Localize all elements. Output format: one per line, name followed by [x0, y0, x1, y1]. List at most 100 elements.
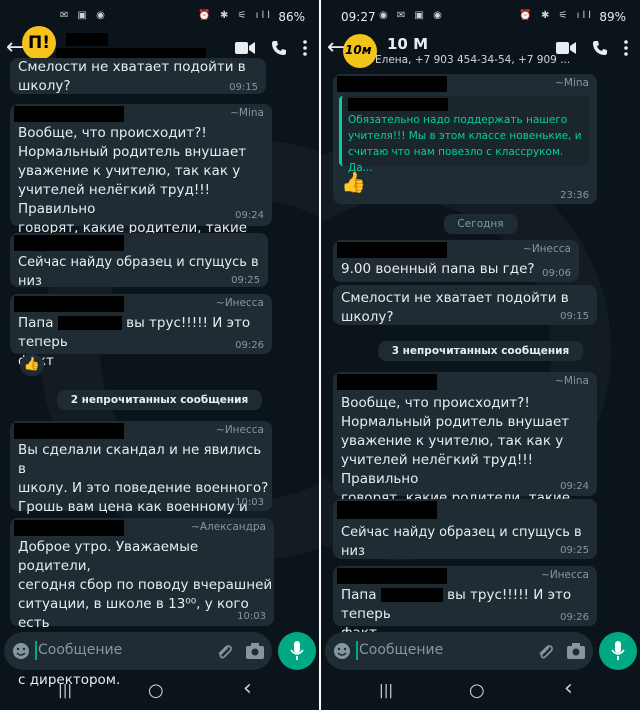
message-bubble[interactable]: ~Mina Обязательно надо поддержать нашего…	[333, 74, 597, 204]
redacted-sender	[14, 235, 124, 251]
message-input[interactable]: Сообщение	[325, 632, 593, 670]
redacted-quote-sender	[348, 98, 448, 111]
message-text-part: Папа	[341, 587, 377, 603]
message-sender: ~Mina	[555, 375, 589, 387]
battery-level: 86%	[278, 10, 305, 24]
redacted-sender	[337, 76, 447, 92]
system-icons: ⏰ ✱ ⚟ ıll	[198, 10, 273, 21]
message-text: Смелости не хватает подойти в школу?	[341, 290, 569, 325]
message-sender: ~Mina	[230, 107, 264, 119]
message-bubble[interactable]: ~Александра Доброе утро. Уважаемые родит…	[10, 518, 274, 688]
redacted-chat-name	[66, 33, 108, 46]
navigation-bar: ||| ○ ‹	[0, 676, 319, 710]
message-time: 10:03	[237, 611, 266, 622]
recent-apps-icon[interactable]: |||	[58, 683, 72, 699]
more-options-icon[interactable]	[303, 40, 307, 56]
emoji-icon[interactable]	[333, 642, 351, 660]
redacted-name	[57, 316, 122, 330]
message-sender: ~Mina	[555, 77, 589, 89]
right-screen: 09:27 ◉ ✉ ▣ ◉ ⏰ ✱ ⚟ ıll 89% ← 10м 10 М Е…	[321, 0, 640, 710]
unread-divider: 3 непрочитанных сообщения	[377, 341, 584, 361]
more-options-icon[interactable]	[624, 40, 628, 56]
chat-participants: Елена, +7 903 454-34-54, +7 909 ...	[375, 54, 571, 66]
thumbs-up-sticker: 👍	[341, 170, 366, 194]
redacted-sender	[14, 423, 124, 439]
group-avatar[interactable]: 10м	[343, 34, 377, 68]
attach-icon[interactable]	[537, 642, 553, 660]
chat-title[interactable]: 10 М	[387, 35, 428, 53]
message-bubble[interactable]: ~Mina Вообще, что происходит?! Нормальны…	[10, 104, 272, 255]
message-bubble[interactable]: Сейчас найду образец и спущусь в низ 09:…	[333, 499, 597, 559]
redacted-sender	[14, 520, 124, 536]
notification-icons: ✉ ▣ ◉	[60, 10, 108, 21]
message-text: Папа вы трус!!!!! И это теперь факт	[18, 314, 268, 371]
attach-icon[interactable]	[216, 642, 232, 660]
text-cursor	[35, 641, 37, 660]
message-time: 09:06	[542, 268, 571, 279]
message-bubble[interactable]: ~Инесса Вы сделали скандал и не явились …	[10, 421, 272, 553]
mic-button[interactable]	[599, 632, 637, 670]
nav-back-icon[interactable]: ‹	[564, 676, 573, 701]
message-bubble[interactable]: ~Инесса Папа вы трус!!!!! И это теперь ф…	[10, 294, 272, 369]
video-call-icon[interactable]	[235, 41, 255, 55]
redacted-sender	[337, 501, 437, 519]
redacted-sender	[14, 296, 124, 312]
phone-call-icon[interactable]	[271, 40, 287, 56]
redacted-sender	[14, 106, 124, 122]
message-bubble[interactable]: Сейчас найду образец и спущусь в низ 09:…	[10, 233, 268, 289]
message-sender: ~Александра	[191, 521, 266, 533]
message-sender: ~Инесса	[216, 297, 264, 309]
mic-button[interactable]	[278, 632, 316, 670]
camera-icon[interactable]	[246, 643, 264, 659]
message-time: 09:24	[560, 481, 589, 492]
message-sender: ~Инесса	[523, 243, 571, 255]
home-icon[interactable]: ○	[148, 680, 164, 701]
redacted-sender	[337, 568, 447, 584]
left-screen: ✉ ▣ ◉ ⏰ ✱ ⚟ ıll 86% ← П! Смелости не хва…	[0, 0, 319, 710]
message-time: 09:26	[560, 612, 589, 623]
message-bubble[interactable]: ~Mina Вообще, что происходит?! Нормальны…	[333, 372, 597, 525]
unread-divider: 2 непрочитанных сообщения	[56, 390, 263, 410]
message-text: 9.00 военный папа вы где?	[341, 261, 535, 277]
message-text-part: Папа	[18, 315, 54, 331]
message-sender: ~Инесса	[216, 424, 264, 436]
message-input[interactable]: Сообщение	[4, 632, 272, 670]
emoji-icon[interactable]	[12, 642, 30, 660]
nav-back-icon[interactable]: ‹	[243, 676, 252, 701]
message-time: 10:03	[235, 497, 264, 508]
microphone-icon	[611, 641, 625, 660]
input-placeholder: Сообщение	[38, 642, 123, 658]
quoted-reply[interactable]: Обязательно надо поддержать нашего учите…	[339, 96, 589, 174]
reaction-badge[interactable]: 👍	[20, 354, 44, 376]
message-bubble[interactable]: ~Инесса Папа вы трус!!!!! И это теперь ф…	[333, 566, 597, 641]
system-icons: ⏰ ✱ ⚟ ıll	[519, 10, 594, 21]
logo-badge: П!	[22, 26, 56, 60]
message-bubble[interactable]: Смелости не хватает подойти в школу? 09:…	[10, 58, 266, 94]
message-time: 09:25	[560, 545, 589, 556]
message-time: 23:36	[560, 190, 589, 201]
quoted-text: Обязательно надо поддержать нашего учите…	[348, 114, 582, 174]
message-bubble[interactable]: ~Инесса 9.00 военный папа вы где? 09:06	[333, 240, 579, 282]
status-time: 09:27	[341, 10, 376, 24]
chat-header: ← 10м 10 М Елена, +7 903 454-34-54, +7 9…	[321, 34, 640, 68]
home-icon[interactable]: ○	[469, 680, 485, 701]
input-placeholder: Сообщение	[359, 642, 444, 658]
text-cursor	[356, 641, 358, 660]
recent-apps-icon[interactable]: |||	[379, 683, 393, 699]
camera-icon[interactable]	[567, 643, 585, 659]
message-bubble[interactable]: Смелости не хватает подойти в школу? 09:…	[333, 285, 597, 325]
message-time: 09:15	[229, 82, 258, 93]
redacted-sender	[337, 374, 437, 390]
status-bar: 09:27 ◉ ✉ ▣ ◉ ⏰ ✱ ⚟ ıll 89%	[321, 0, 640, 34]
notification-icons: ◉ ✉ ▣ ◉	[379, 10, 445, 21]
message-time: 09:25	[231, 275, 260, 286]
navigation-bar: ||| ○ ‹	[321, 676, 640, 710]
message-time: 09:24	[235, 210, 264, 221]
day-divider: Сегодня	[443, 214, 518, 234]
video-call-icon[interactable]	[556, 41, 576, 55]
redacted-sender	[337, 242, 447, 258]
avatar-label: 10м	[345, 43, 372, 57]
message-time: 09:15	[560, 311, 589, 322]
phone-call-icon[interactable]	[592, 40, 608, 56]
battery-level: 89%	[599, 10, 626, 24]
